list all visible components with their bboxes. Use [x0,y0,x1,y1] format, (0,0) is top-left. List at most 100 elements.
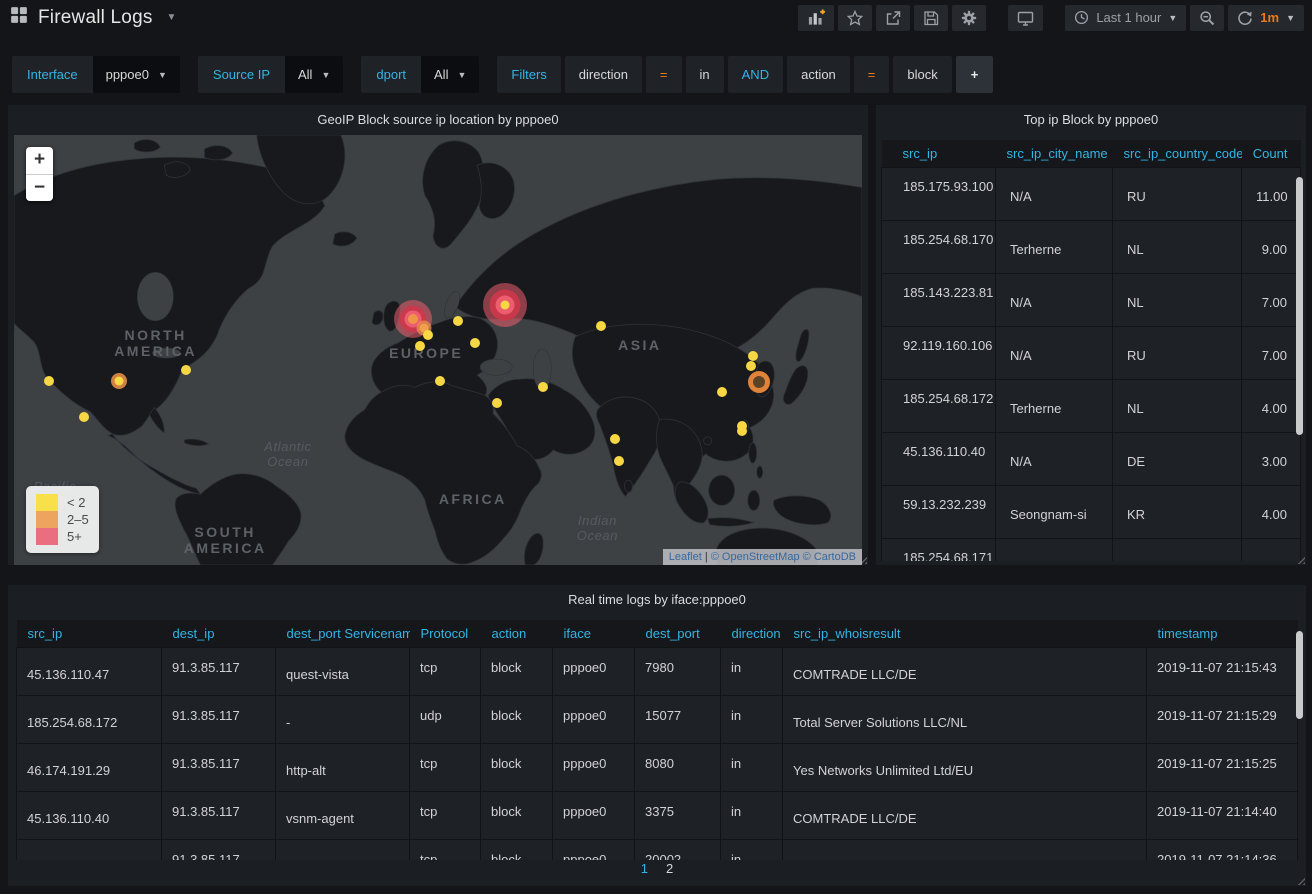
adhoc-filters: Filters direction=inANDaction=block+ [497,56,993,93]
table-row[interactable]: 91.3.85.117commtact-httptcpblockpppoe020… [17,839,1298,860]
column-header[interactable]: src_ip_whoisresult [783,620,1147,647]
table-cell: block [481,647,553,695]
source-ip-variable: Source IP All▼ [198,56,343,93]
table-cell: 46.174.191.29 [17,743,162,791]
column-header[interactable]: direction [721,620,783,647]
table-cell: COMTRADE LLC/DE [783,647,1147,695]
table-row[interactable]: 185.143.223.81N/ANL7.00 [882,273,1301,326]
table-cell: 7.00 [1242,326,1301,379]
settings-gear-icon[interactable] [952,5,986,31]
table-cell: in [721,647,783,695]
marker-ring [737,426,747,436]
column-header[interactable]: Protocol [410,620,481,647]
cartodb-link[interactable]: © CartoDB [803,551,856,563]
dport-variable: dport All▼ [361,56,479,93]
table-cell: 20002 [635,839,721,860]
column-header[interactable]: src_ip [882,140,996,167]
filter-expression: direction=inANDaction=block+ [565,56,994,93]
realtime-logs-panel: Real time logs by iface:pppoe0 src_ipdes… [8,585,1306,886]
refresh-button[interactable]: 1m ▼ [1228,5,1304,31]
column-header[interactable]: src_ip [17,620,162,647]
openstreetmap-link[interactable]: © OpenStreetMap [711,551,800,563]
column-header[interactable]: action [481,620,553,647]
column-header[interactable]: src_ip_country_code [1113,140,1242,167]
zoom-in-button[interactable]: + [26,147,53,174]
table-row[interactable]: 185.254.68.171TerherneNL2.00 [882,538,1301,561]
dport-value-dropdown[interactable]: All▼ [421,56,479,93]
filter-token[interactable]: block [893,56,951,93]
table-cell: in [721,839,783,860]
source-ip-value-dropdown[interactable]: All▼ [285,56,343,93]
interface-value-dropdown[interactable]: pppoe0▼ [93,56,180,93]
column-header[interactable]: dest_port Servicename [276,620,410,647]
column-header[interactable]: dest_ip [162,620,276,647]
leaflet-link[interactable]: Leaflet [669,551,702,563]
table-cell: 2019-11-07 21:15:29 [1147,695,1298,743]
apps-grid-icon[interactable] [10,6,28,29]
add-panel-button[interactable] [798,5,834,31]
column-header[interactable]: dest_port [635,620,721,647]
table-row[interactable]: 45.136.110.4091.3.85.117vsnm-agenttcpblo… [17,791,1298,839]
table-row[interactable]: 92.119.160.106N/ARU7.00 [882,326,1301,379]
table-row[interactable]: 185.175.93.100N/ARU11.00 [882,167,1301,220]
filter-token[interactable]: = [646,56,682,93]
page-link[interactable]: 1 [641,861,648,876]
filter-token[interactable]: AND [728,56,783,93]
zoom-out-button[interactable]: − [26,174,53,201]
chevron-down-icon: ▼ [457,70,466,80]
table-row[interactable]: 45.136.110.40N/ADE3.00 [882,432,1301,485]
table-row[interactable]: 46.174.191.2991.3.85.117http-alttcpblock… [17,743,1298,791]
map-attribution: Leaflet | © OpenStreetMap © CartoDB [663,549,862,565]
table-row[interactable]: 59.13.232.239Seongnam-siKR4.00 [882,485,1301,538]
scrollbar-thumb[interactable] [1296,177,1303,435]
scrollbar-thumb[interactable] [1296,631,1303,719]
column-header[interactable]: src_ip_city_name [996,140,1113,167]
panel-title[interactable]: Top ip Block by pppoe0 [876,105,1306,135]
table-cell: RU [1113,167,1242,220]
panel-resize-handle[interactable] [1295,875,1305,885]
panel-title[interactable]: GeoIP Block source ip location by pppoe0 [8,105,868,135]
tv-mode-button[interactable] [1008,5,1043,31]
star-button[interactable] [838,5,872,31]
filter-token[interactable]: direction [565,56,642,93]
time-picker-button[interactable]: Last 1 hour ▼ [1065,5,1186,31]
table-cell: 2019-11-07 21:14:40 [1147,791,1298,839]
column-header[interactable]: Count [1242,140,1301,167]
filter-token[interactable]: + [956,56,994,93]
save-button[interactable] [914,5,948,31]
panel-title[interactable]: Real time logs by iface:pppoe0 [8,585,1306,615]
zoom-out-time-button[interactable] [1190,5,1224,31]
column-header[interactable]: timestamp [1147,620,1298,647]
table-row[interactable]: 185.254.68.172TerherneNL4.00 [882,379,1301,432]
top-ip-block-panel: Top ip Block by pppoe0 src_ipsrc_ip_city… [876,105,1306,565]
table-cell: block [481,695,553,743]
attribution-separator: | [705,551,708,563]
column-header[interactable]: iface [553,620,635,647]
table-row[interactable]: 185.254.68.17291.3.85.117-udpblockpppoe0… [17,695,1298,743]
chevron-down-icon: ▼ [158,70,167,80]
share-button[interactable] [876,5,910,31]
source-ip-label: Source IP [198,56,285,93]
table-cell: in [721,743,783,791]
marker-ring [500,300,509,309]
legend-swatch [36,528,58,545]
dashboard-title[interactable]: Firewall Logs [38,7,153,29]
world-map-landmass [14,135,862,565]
table-cell: Terherne [996,220,1113,273]
table-cell: 45.136.110.40 [882,432,996,485]
legend-label: < 2 [67,495,85,510]
page-link[interactable]: 2 [666,861,673,876]
table-row[interactable]: 45.136.110.4791.3.85.117quest-vistatcpbl… [17,647,1298,695]
geoip-map-panel: GeoIP Block source ip location by pppoe0 [8,105,868,565]
filter-token[interactable]: action [787,56,850,93]
filter-token[interactable]: in [686,56,724,93]
marker-ring [408,314,418,324]
chevron-down-icon: ▼ [321,70,330,80]
table-row[interactable]: 185.254.68.170TerherneNL9.00 [882,220,1301,273]
legend-swatch [36,511,58,528]
marker-ring [610,434,620,444]
filter-token[interactable]: = [854,56,890,93]
table-cell: - [276,695,410,743]
dashboard-title-caret-icon[interactable]: ▼ [167,12,177,23]
world-map[interactable]: NORTH AMERICAEUROPEASIAAFRICASOUTH AMERI… [14,135,862,565]
